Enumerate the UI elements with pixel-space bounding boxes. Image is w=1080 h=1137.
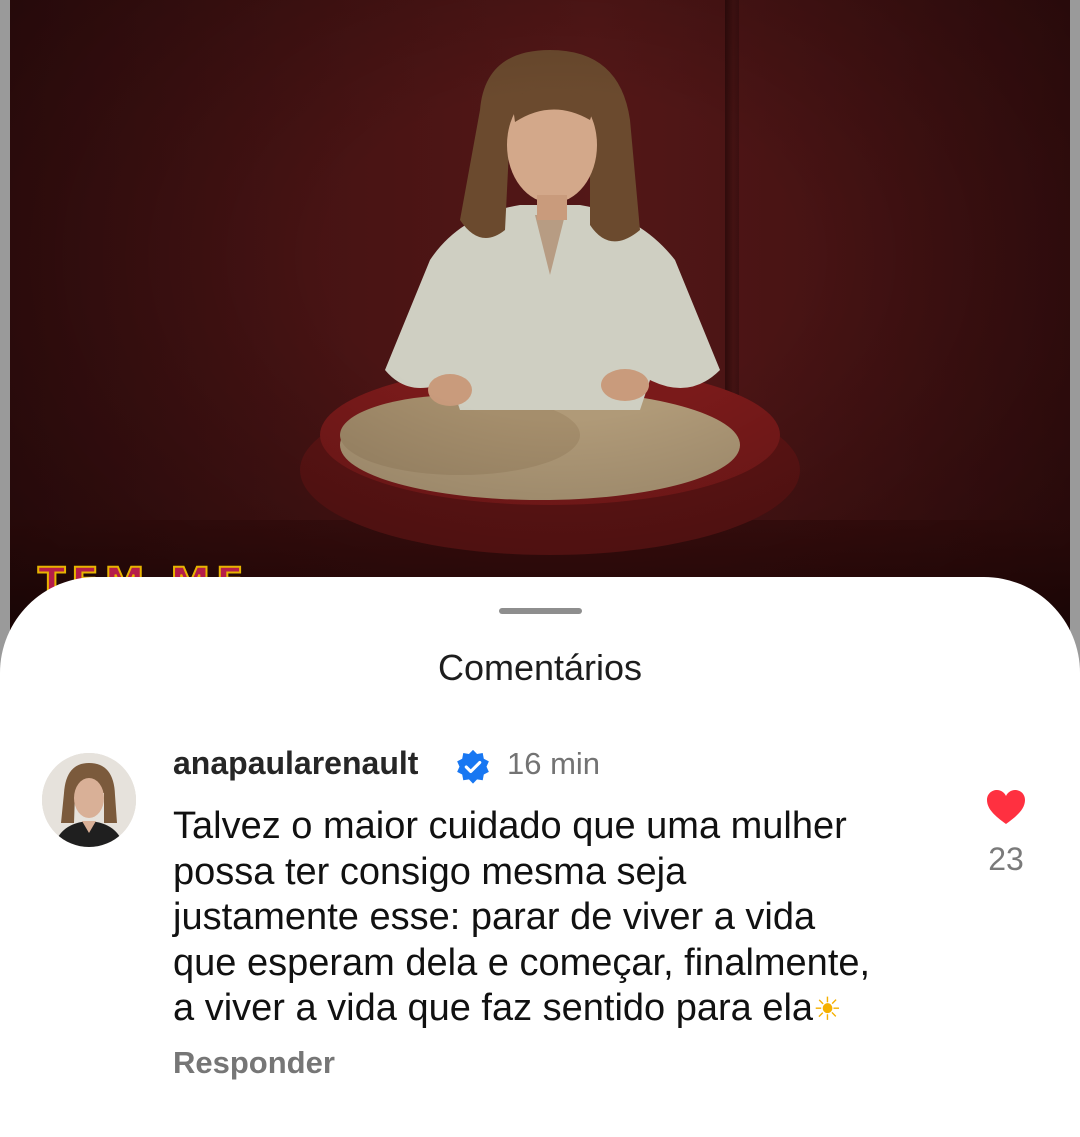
avatar-photo bbox=[42, 753, 136, 847]
video-vignette bbox=[10, 0, 1070, 640]
heart-icon[interactable] bbox=[986, 789, 1026, 825]
like-count: 23 bbox=[988, 841, 1024, 877]
comment-line: que esperam dela e começar, finalmente, bbox=[173, 941, 871, 984]
reply-button[interactable]: Responder bbox=[173, 1045, 335, 1081]
sun-emoji-icon: ☀ bbox=[813, 991, 842, 1027]
comment-username[interactable]: anapaularenault bbox=[173, 745, 418, 782]
drag-handle[interactable] bbox=[499, 608, 582, 614]
video-player[interactable]: TEM ME bbox=[10, 0, 1070, 640]
comment-text: Talvez o maior cuidado que uma mulher po… bbox=[173, 804, 953, 1033]
comments-sheet: Comentários anapaularenault 16 min Talve… bbox=[0, 577, 1080, 1137]
comment-line: justamente esse: parar de viver a vida bbox=[173, 896, 816, 938]
comment-line: possa ter consigo mesma seja bbox=[173, 850, 687, 893]
avatar[interactable] bbox=[42, 753, 136, 847]
verified-badge-icon bbox=[457, 749, 489, 784]
comments-title: Comentários bbox=[437, 647, 643, 688]
comment-line: a viver a vida que faz sentido para ela bbox=[173, 987, 814, 1029]
comment-timestamp: 16 min bbox=[507, 746, 601, 781]
comment-line: Talvez o maior cuidado que uma mulher bbox=[173, 805, 847, 847]
